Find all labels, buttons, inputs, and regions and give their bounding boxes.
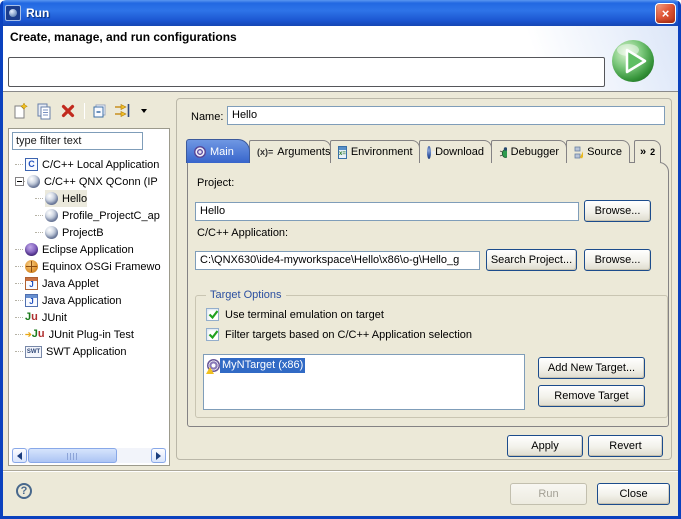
tree-item-junit-plugin-test[interactable]: ➔Ju JUnit Plug-in Test: [9, 326, 168, 343]
run-button[interactable]: Run: [510, 483, 587, 505]
collapse-all-icon[interactable]: [90, 101, 110, 121]
filter-text-input[interactable]: type filter text: [12, 132, 143, 150]
main-tab-content: Project: Hello Browse... C/C++ Applicati…: [187, 162, 669, 427]
tree-item-swt-application[interactable]: SWT SWT Application: [9, 343, 168, 360]
filter-configurations-icon[interactable]: [112, 101, 136, 121]
delete-configuration-icon[interactable]: [58, 101, 78, 121]
tab-source[interactable]: Source: [566, 140, 630, 163]
search-project-button[interactable]: Search Project...: [486, 249, 577, 271]
tab-download[interactable]: Download: [419, 140, 492, 163]
eclipse-application-icon: [25, 243, 38, 256]
target-list[interactable]: MyNTarget (x86): [203, 354, 525, 410]
scrollbar-track[interactable]: [117, 448, 151, 463]
configuration-editor-panel: Name: Hello Main (x)= Arguments x= Envir…: [176, 98, 672, 460]
banner-message-area: [8, 57, 605, 87]
tree-item-java-application[interactable]: J Java Application: [9, 292, 168, 309]
run-configurations-dialog: Run × Create, manage, and run configurat…: [0, 0, 681, 519]
tree-horizontal-scrollbar[interactable]: [12, 448, 166, 463]
configurations-panel: type filter text C C/C++ Local Applicati…: [8, 128, 170, 466]
name-label: Name:: [191, 111, 223, 123]
duplicate-configuration-icon[interactable]: [34, 101, 54, 121]
qnx-config-icon: [45, 192, 58, 205]
scrollbar-thumb[interactable]: [28, 448, 117, 463]
java-application-icon: J: [25, 294, 38, 307]
filter-dropdown-arrow-icon[interactable]: [138, 101, 150, 121]
run-sphere-icon: [610, 38, 656, 84]
tree-item-c-local-application[interactable]: C C/C++ Local Application: [9, 156, 168, 173]
target-list-item[interactable]: MyNTarget (x86): [207, 358, 524, 373]
filter-targets-row: Filter targets based on C/C++ Applicatio…: [206, 328, 472, 341]
close-button[interactable]: Close: [597, 483, 670, 505]
debugger-tab-icon: [499, 146, 507, 159]
project-label: Project:: [197, 177, 234, 189]
title-bar[interactable]: Run ×: [0, 0, 681, 26]
banner-heading: Create, manage, and run configurations: [10, 30, 237, 44]
help-icon[interactable]: ?: [16, 483, 32, 499]
tree-item-projectb[interactable]: ProjectB: [9, 224, 168, 241]
c-application-icon: C: [25, 158, 38, 171]
environment-tab-icon: x=: [338, 146, 347, 159]
dialog-banner: Create, manage, and run configurations: [3, 26, 678, 92]
qnx-config-icon: [45, 226, 58, 239]
project-browse-button[interactable]: Browse...: [584, 200, 651, 222]
tab-overflow[interactable]: »2: [634, 140, 661, 163]
filter-targets-checkbox[interactable]: [206, 328, 219, 341]
scroll-right-icon[interactable]: [151, 448, 166, 463]
add-new-target-button[interactable]: Add New Target...: [538, 357, 645, 379]
tree-item-java-applet[interactable]: J Java Applet: [9, 275, 168, 292]
revert-button[interactable]: Revert: [588, 435, 663, 457]
java-applet-icon: J: [25, 277, 38, 290]
junit-plugin-icon: ➔Ju: [25, 328, 45, 341]
application-label: C/C++ Application:: [197, 227, 288, 239]
tree-item-equinox-osgi[interactable]: Equinox OSGi Framewo: [9, 258, 168, 275]
window-title: Run: [26, 6, 655, 20]
apply-button[interactable]: Apply: [507, 435, 583, 457]
arguments-tab-icon: (x)=: [257, 147, 273, 157]
name-field[interactable]: Hello: [227, 106, 665, 125]
tree-item-profile-projectc[interactable]: Profile_ProjectC_ap: [9, 207, 168, 224]
swt-application-icon: SWT: [25, 346, 42, 358]
target-options-group: Target Options Use terminal emulation on…: [195, 295, 668, 418]
new-configuration-icon[interactable]: [10, 101, 30, 121]
tree-item-eclipse-application[interactable]: Eclipse Application: [9, 241, 168, 258]
toolbar-separator: [84, 103, 85, 119]
junit-icon: Ju: [25, 311, 38, 324]
project-field[interactable]: Hello: [195, 202, 579, 221]
tree-item-hello[interactable]: Hello: [9, 190, 168, 207]
scroll-left-icon[interactable]: [12, 448, 27, 463]
application-field[interactable]: C:\QNX630\ide4-myworkspace\Hello\x86\o-g…: [195, 251, 480, 270]
target-options-title: Target Options: [206, 289, 286, 301]
footer-separator: [0, 470, 681, 472]
download-tab-icon: [427, 146, 431, 159]
main-tab-icon: [194, 146, 206, 158]
tab-bar: Main (x)= Arguments x= Environment Downl…: [187, 140, 661, 163]
tree-item-qnx-qconn[interactable]: C/C++ QNX QConn (IP: [9, 173, 168, 190]
close-window-icon[interactable]: ×: [655, 3, 676, 24]
terminal-emulation-checkbox[interactable]: [206, 308, 219, 321]
chevron-right-icon: »: [640, 146, 646, 158]
terminal-emulation-label: Use terminal emulation on target: [225, 309, 384, 321]
configurations-tree: C C/C++ Local Application C/C++ QNX QCon…: [9, 156, 168, 445]
qnx-qconn-icon: [27, 175, 40, 188]
equinox-osgi-icon: [25, 260, 38, 273]
collapse-expander-icon[interactable]: [15, 177, 24, 186]
terminal-emulation-row: Use terminal emulation on target: [206, 308, 384, 321]
tab-main[interactable]: Main: [186, 139, 250, 163]
qnx-config-icon: [45, 209, 58, 222]
remove-target-button[interactable]: Remove Target: [538, 385, 645, 407]
tab-environment[interactable]: x= Environment: [330, 140, 420, 163]
filter-targets-label: Filter targets based on C/C++ Applicatio…: [225, 329, 472, 341]
tree-item-junit[interactable]: Ju JUnit: [9, 309, 168, 326]
run-dialog-icon: [5, 5, 21, 21]
target-icon: [207, 359, 220, 372]
source-tab-icon: [574, 146, 583, 159]
tab-debugger[interactable]: Debugger: [491, 140, 567, 163]
tab-arguments[interactable]: (x)= Arguments: [249, 140, 331, 163]
application-browse-button[interactable]: Browse...: [584, 249, 651, 271]
